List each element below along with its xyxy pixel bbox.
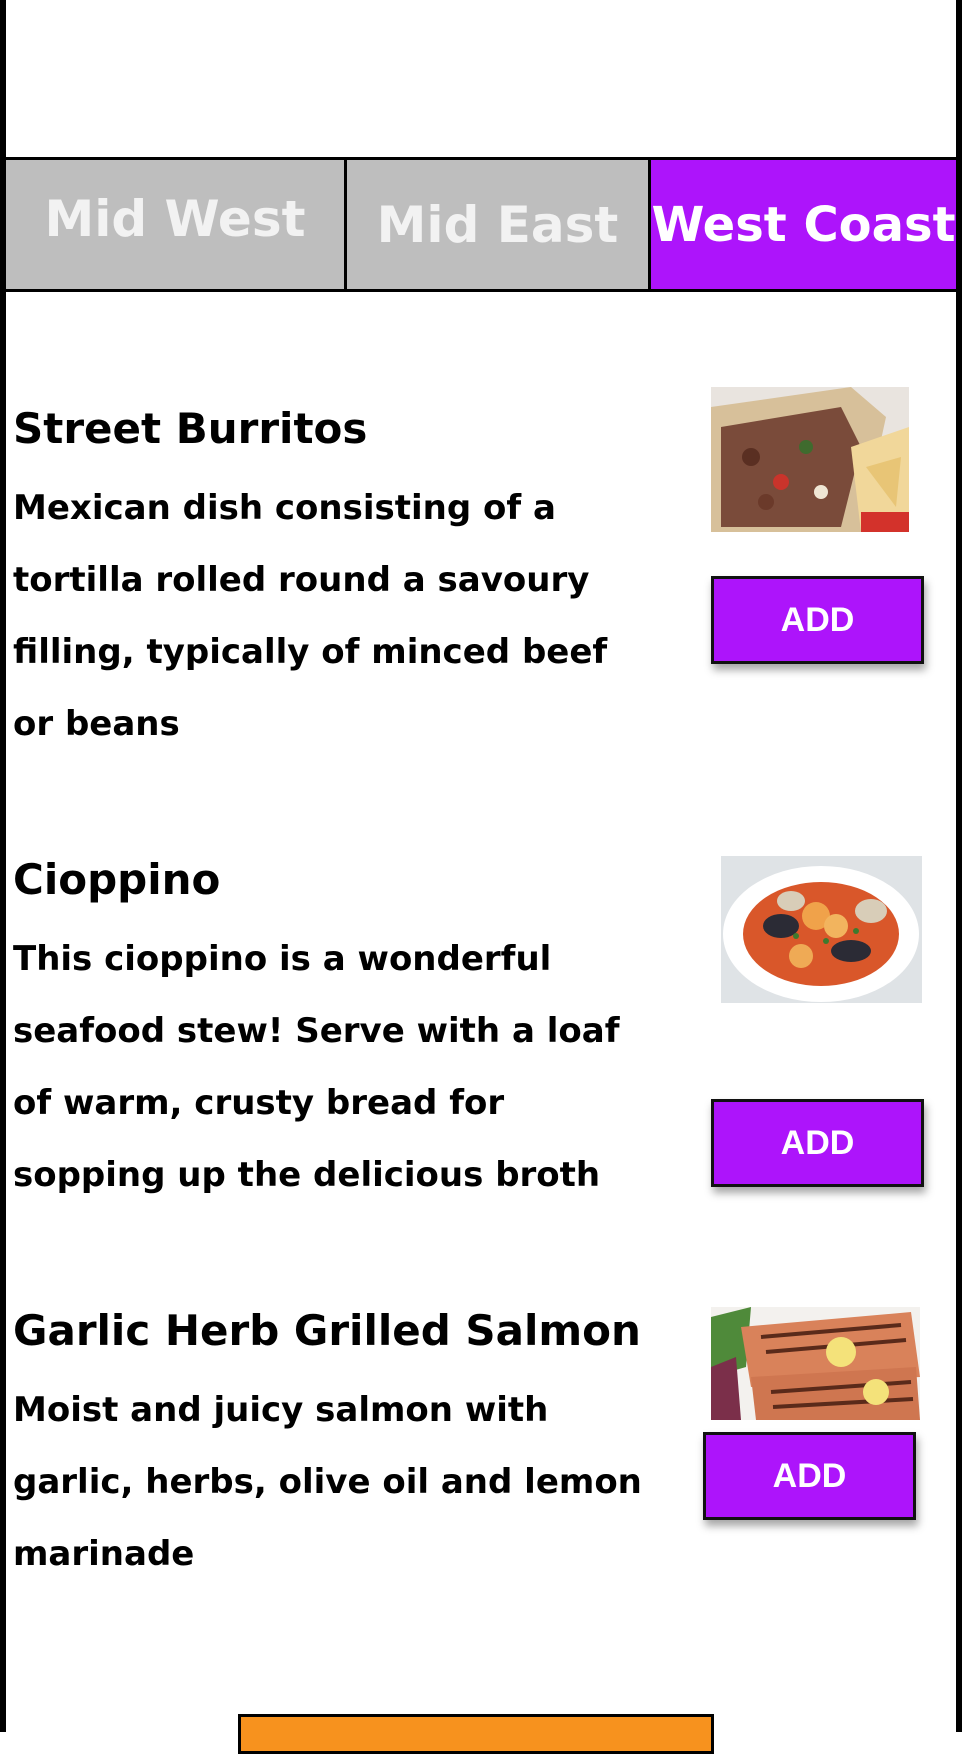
seafood-stew-image: [721, 856, 922, 1003]
item-title: Cioppino: [13, 855, 221, 904]
region-tabs: Mid West Mid East West Coast: [6, 157, 956, 292]
item-description: Moist and juicy salmon with garlic, herb…: [13, 1390, 642, 1574]
checkout-button[interactable]: [238, 1714, 714, 1754]
item-description: This cioppino is a wonderful seafood ste…: [13, 939, 620, 1195]
tab-mid-west[interactable]: Mid West: [6, 160, 347, 289]
grilled-salmon-image: [711, 1307, 920, 1420]
tab-west-coast[interactable]: West Coast: [651, 160, 956, 289]
add-button[interactable]: ADD: [711, 576, 924, 664]
add-button[interactable]: ADD: [711, 1099, 924, 1187]
item-title: Street Burritos: [13, 404, 368, 453]
add-button[interactable]: ADD: [703, 1432, 916, 1520]
item-description: Mexican dish consisting of a tortilla ro…: [13, 488, 608, 744]
item-title: Garlic Herb Grilled Salmon: [13, 1306, 641, 1355]
burrito-image: [711, 387, 909, 532]
tab-mid-east[interactable]: Mid East: [347, 160, 651, 289]
